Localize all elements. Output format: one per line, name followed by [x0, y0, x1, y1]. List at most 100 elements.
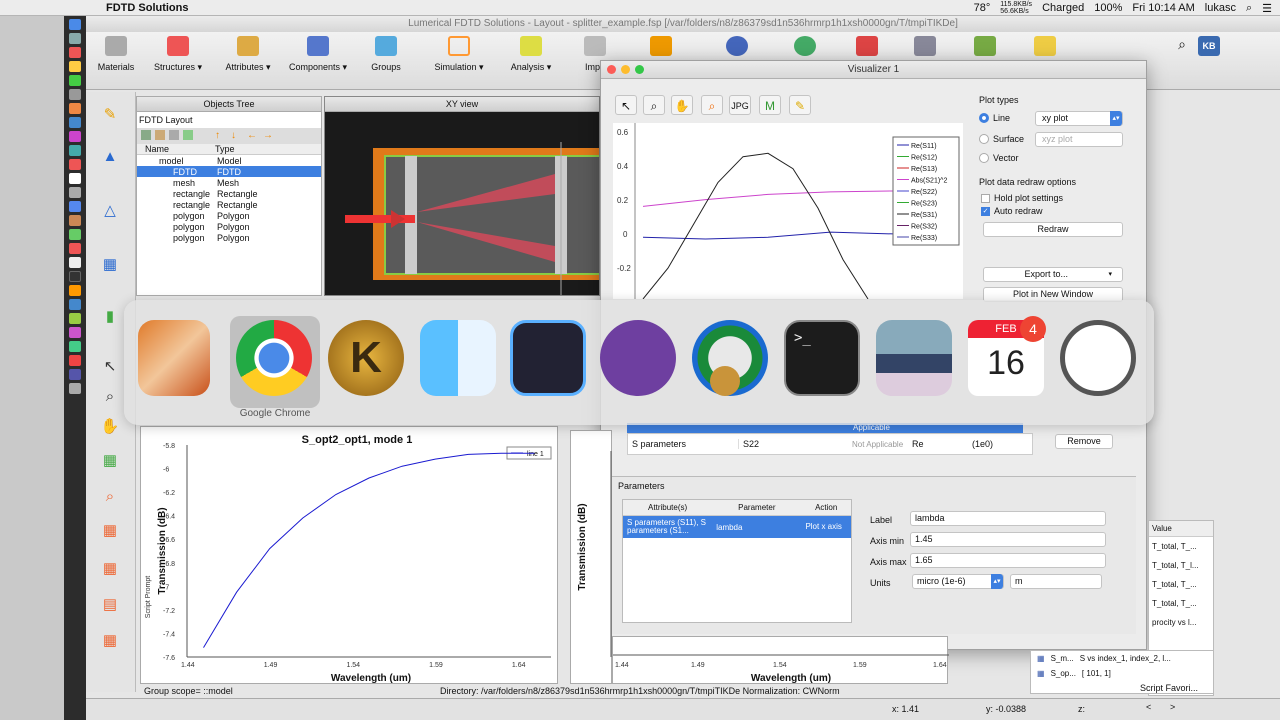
ribbon-structures[interactable]: Structures ▾ [150, 32, 206, 90]
grid-icon[interactable]: ▦ [100, 522, 120, 540]
prev-icon[interactable]: < [1146, 702, 1151, 712]
tree-row[interactable]: polygon Polygon [137, 232, 321, 243]
tree-row[interactable]: model Model [137, 155, 321, 166]
next-icon[interactable]: > [1170, 702, 1175, 712]
s-param-plot[interactable]: 0.6 0.4 0.2 0 -0.2 Re(S11) Re(S12) Re(S13)… [613, 123, 963, 299]
dock-app-icon[interactable] [69, 47, 81, 58]
variable-item[interactable]: T_total, T_... [1149, 575, 1213, 594]
dock-app-icon[interactable] [69, 145, 81, 156]
variable-item[interactable]: T_total, T_... [1149, 537, 1213, 556]
grid-icon[interactable]: ▦ [100, 452, 120, 470]
dock-app-icon[interactable] [69, 341, 81, 352]
trash-icon[interactable]: ▮ [100, 308, 120, 326]
tree-tool-icon[interactable] [141, 130, 151, 140]
tree-row[interactable]: polygon Polygon [137, 221, 321, 232]
tree-row[interactable]: rectangle Rectangle [137, 188, 321, 199]
mesh-icon[interactable]: ▲ [100, 148, 120, 166]
zoom-icon[interactable]: ⌕ [100, 388, 120, 406]
pointer-tool[interactable]: ↖ [615, 95, 637, 115]
line-plot-select[interactable]: xy plot ▴▾ [1035, 111, 1123, 126]
tree-row[interactable]: mesh Mesh [137, 177, 321, 188]
search-icon[interactable]: ⌕ [1246, 2, 1252, 15]
app-name[interactable]: FDTD Solutions [106, 2, 189, 14]
kb-button[interactable]: KB [1198, 32, 1220, 90]
dock-app-icon[interactable] [69, 257, 81, 268]
ribbon-components[interactable]: Components ▾ [286, 32, 350, 90]
user-name[interactable]: lukasc [1205, 2, 1236, 14]
variable-item[interactable]: T_total, T_... [1149, 594, 1213, 613]
pencil-tool[interactable]: ✎ [789, 95, 811, 115]
dock-app-icon[interactable] [69, 383, 81, 394]
export-button[interactable]: Export to... ▾ [983, 267, 1123, 282]
terminal-icon[interactable]: >_ [784, 320, 860, 396]
auto-redraw-checkbox[interactable]: ✓ Auto redraw [981, 206, 1043, 216]
triangle-icon[interactable]: △ [100, 202, 120, 220]
ribbon-attributes[interactable]: Attributes ▾ [220, 32, 276, 90]
pencil-icon[interactable]: ✎ [100, 106, 120, 124]
dock-app-icon[interactable] [69, 327, 81, 338]
search-button[interactable]: ⌕ [1170, 32, 1194, 90]
finder-icon[interactable] [420, 320, 496, 396]
ribbon-analysis[interactable]: Analysis ▾ [506, 32, 556, 90]
line-radio[interactable]: Line [979, 113, 1010, 123]
tree-tool-icon[interactable] [155, 130, 165, 140]
axis-max-input[interactable]: 1.65 [910, 553, 1106, 568]
gender-symbol-icon[interactable] [1060, 320, 1136, 396]
chrome-icon[interactable] [236, 320, 312, 396]
dock-app-icon[interactable] [69, 89, 81, 100]
transmission-plot-right[interactable]: Transmission (dB) [570, 430, 612, 684]
dock-app-icon[interactable] [69, 201, 81, 212]
arrow-up-icon[interactable]: ↑ [215, 130, 227, 142]
battery-status[interactable]: Charged [1042, 2, 1084, 14]
pan-icon[interactable]: ✋ [100, 418, 120, 436]
dock-app-icon[interactable] [69, 131, 81, 142]
zoom-region-tool[interactable]: ⌕ [701, 95, 723, 115]
preview-icon[interactable] [876, 320, 952, 396]
dock-app-icon[interactable] [69, 103, 81, 114]
keynote-icon[interactable]: K [328, 320, 404, 396]
menu-icon[interactable]: ☰ [1262, 2, 1272, 15]
variable-item[interactable]: T_total, T_l... [1149, 556, 1213, 575]
tree-row[interactable]: rectangle Rectangle [137, 199, 321, 210]
tree-tool-icon[interactable] [183, 130, 193, 140]
arrow-down-icon[interactable]: ↓ [231, 130, 243, 142]
right-plot-svg[interactable]: Transmission (dB) [571, 431, 613, 685]
ribbon-simulation[interactable]: Simulation ▾ [430, 32, 488, 90]
left-plot-svg[interactable]: S_opt2_opt1, mode 1 line 1 1.44 1.49 1.54 1… [141, 427, 559, 685]
variable-row[interactable]: ▦ S_op...[ 101, 1] [1031, 666, 1213, 681]
dock-app-icon[interactable] [69, 33, 81, 44]
units-unit-select[interactable]: m [1010, 574, 1102, 589]
marker-tool[interactable]: M [759, 95, 781, 115]
xy-view-panel[interactable]: XY view [324, 96, 600, 296]
dock-app-icon[interactable] [69, 61, 81, 72]
dock-app-icon[interactable] [69, 75, 81, 86]
arrow-right-icon[interactable]: → [263, 130, 275, 142]
pan-tool[interactable]: ✋ [671, 95, 693, 115]
minimize-button[interactable] [621, 65, 630, 74]
dock-app-icon[interactable] [69, 117, 81, 128]
dock-app-icon[interactable] [69, 285, 81, 296]
lumerical-icon[interactable] [510, 320, 586, 396]
dock-app-icon[interactable] [69, 19, 81, 30]
dock-app-icon[interactable] [69, 229, 81, 240]
layout-canvas[interactable] [325, 112, 600, 296]
dock-app-icon[interactable] [69, 215, 81, 226]
dock-app-icon[interactable] [69, 243, 81, 254]
table-icon[interactable]: ▤ [100, 596, 120, 614]
dock-app-icon[interactable] [69, 369, 81, 380]
redraw-button[interactable]: Redraw [983, 222, 1123, 237]
dock-app-icon[interactable] [69, 187, 81, 198]
axis-min-input[interactable]: 1.45 [910, 532, 1106, 547]
dock-app-icon[interactable] [69, 299, 81, 310]
zoom-button[interactable] [635, 65, 644, 74]
dock-app-icon[interactable] [69, 313, 81, 324]
calculator-icon[interactable]: ▦ [100, 632, 120, 650]
battery-percent[interactable]: 100% [1094, 2, 1122, 14]
dock-app-icon[interactable] [69, 159, 81, 170]
zoom-tool[interactable]: ⌕ [643, 95, 665, 115]
ribbon-groups[interactable]: Groups [364, 32, 408, 90]
ribbon-materials[interactable]: Materials [94, 32, 138, 90]
variable-item[interactable]: procity vs l... [1149, 613, 1213, 632]
vector-radio[interactable]: Vector [979, 153, 1019, 163]
tree-row-selected[interactable]: FDTD FDTD [137, 166, 321, 177]
